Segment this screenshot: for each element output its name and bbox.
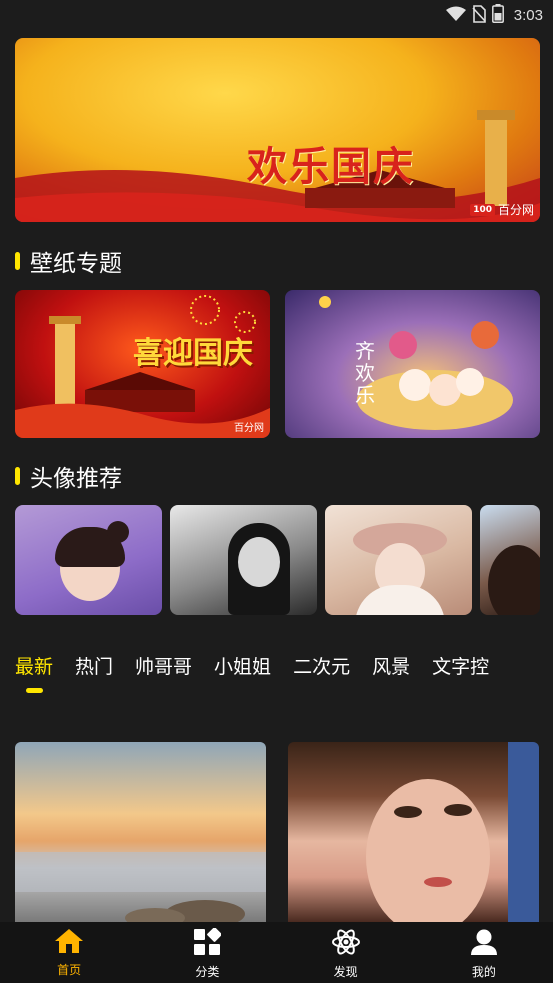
- tab-anime[interactable]: 二次元: [293, 652, 350, 679]
- topic-title: 齐欢乐: [355, 339, 375, 407]
- wallpaper-topic-card[interactable]: 齐欢乐: [285, 290, 540, 438]
- wallpaper-topic-card[interactable]: 喜迎国庆 百分网: [15, 290, 270, 438]
- tab-girls[interactable]: 小姐姐: [214, 652, 271, 679]
- nav-home[interactable]: 首页: [0, 922, 138, 983]
- nav-discover-label: 发现: [333, 965, 358, 979]
- avatar-section-header: 头像推荐: [15, 459, 122, 493]
- watermark-text: 百分网: [497, 203, 534, 217]
- battery-icon: [491, 4, 504, 27]
- nav-discover[interactable]: 发现: [277, 922, 415, 983]
- feed-card-seascape[interactable]: [15, 742, 266, 922]
- active-tab-indicator: [26, 688, 43, 693]
- tab-hot[interactable]: 热门: [75, 652, 113, 679]
- avatar-card[interactable]: [480, 505, 540, 615]
- status-time: 3:03: [513, 7, 543, 24]
- nav-category[interactable]: 分类: [138, 922, 276, 983]
- tab-text[interactable]: 文字控: [432, 652, 489, 679]
- status-bar: 3:03: [0, 0, 553, 30]
- wifi-icon: [445, 6, 466, 26]
- category-tabs: 最新 热门 帅哥哥 小姐姐 二次元 风景 文字控: [15, 652, 489, 679]
- section-accent-bar: [15, 467, 20, 485]
- atom-discover-icon: [331, 928, 360, 960]
- no-sim-icon: [472, 4, 486, 27]
- watermark-text: 百分网: [234, 423, 264, 434]
- topic-decoration: [319, 296, 513, 430]
- tab-handsome[interactable]: 帅哥哥: [135, 652, 192, 679]
- banner-watermark: 100 百分网: [470, 201, 534, 218]
- tab-scenery[interactable]: 风景: [372, 652, 410, 679]
- topic-watermark: 百分网: [234, 419, 264, 434]
- nav-profile-label: 我的: [471, 965, 496, 979]
- wallpaper-section-title: 壁纸专题: [30, 251, 122, 277]
- avatar-section-title: 头像推荐: [30, 466, 122, 492]
- category-grid-icon: [193, 927, 223, 960]
- section-accent-bar: [15, 252, 20, 270]
- banner-decoration: [15, 110, 540, 222]
- user-profile-icon: [470, 928, 498, 960]
- portrait-image: [366, 742, 539, 922]
- avatar-card[interactable]: [325, 505, 472, 615]
- nav-home-label: 首页: [57, 963, 82, 977]
- feed-card-portrait[interactable]: [288, 742, 539, 922]
- banner-title: 欢乐国庆: [247, 143, 415, 190]
- tab-latest[interactable]: 最新: [15, 652, 53, 679]
- home-icon: [54, 928, 84, 958]
- hero-banner[interactable]: 欢乐国庆 100 百分网: [15, 38, 540, 222]
- nav-category-label: 分类: [195, 965, 220, 979]
- avatar-card[interactable]: [15, 505, 162, 615]
- topic-title: 喜迎国庆: [133, 336, 253, 371]
- bottom-tab-bar: 首页 分类 发现 我的: [0, 922, 553, 983]
- watermark-logo: 100: [470, 203, 495, 216]
- wallpaper-section-header: 壁纸专题: [15, 244, 122, 278]
- nav-profile[interactable]: 我的: [415, 922, 553, 983]
- seascape-image: [15, 852, 266, 922]
- avatar-card[interactable]: [170, 505, 317, 615]
